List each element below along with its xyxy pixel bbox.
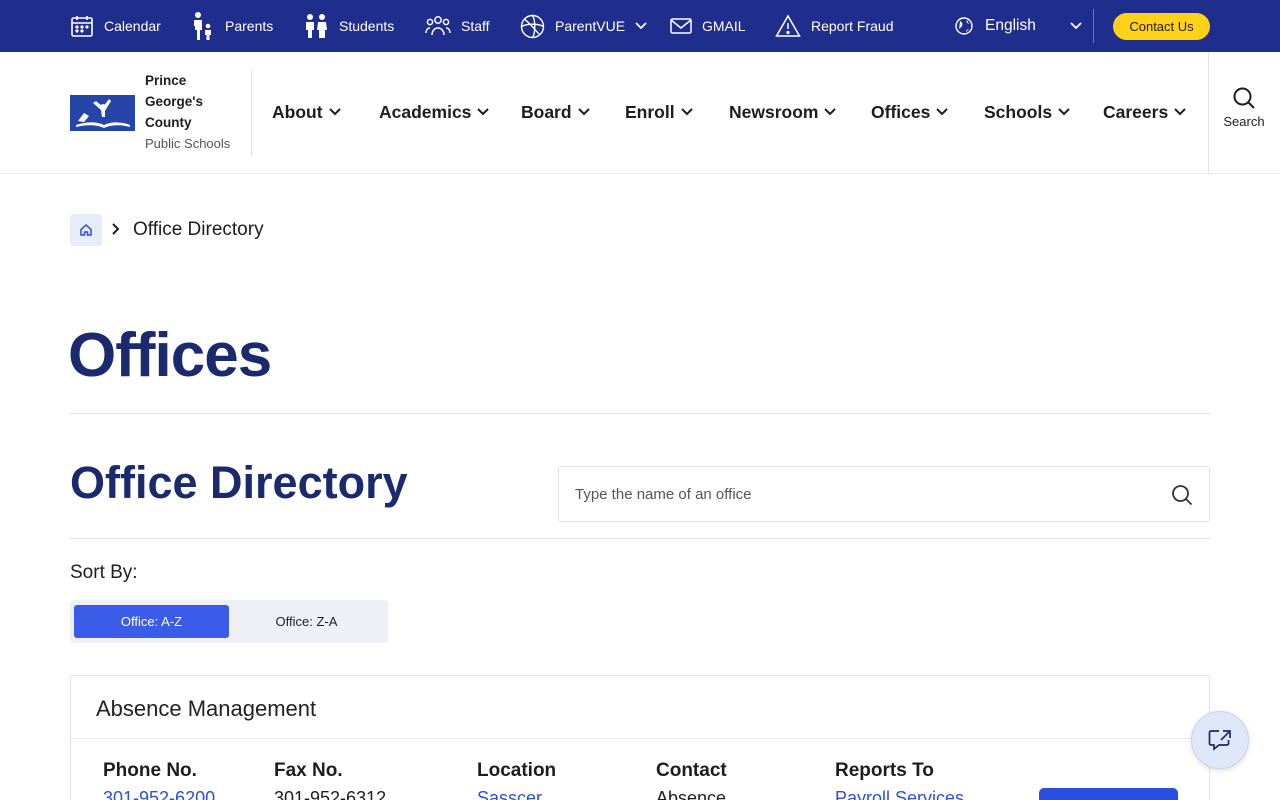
chevron-down-icon [680,108,693,116]
nav-item-enroll[interactable]: Enroll [625,96,693,128]
staff-group-icon [425,16,451,36]
logo-icon[interactable] [70,95,135,131]
sort-toggle-group: Office: A-Z Office: Z-A [70,600,388,643]
nav-item-newsroom[interactable]: Newsroom [729,96,837,128]
reports-to-header: Reports To [835,760,934,781]
page-title: Offices [68,321,272,390]
utility-link-parentvue[interactable]: ParentVUE [520,0,647,52]
nav-label: Academics [379,101,472,122]
divider [71,738,1209,739]
chevron-down-icon [328,108,341,116]
fax-value: 301-952-6312 [274,788,387,800]
search-icon[interactable] [1171,484,1193,506]
utility-link-students[interactable]: Students [303,0,394,52]
chevron-right-icon [112,223,120,235]
utility-link-staff[interactable]: Staff [425,0,490,52]
divider [70,538,1210,539]
logo-divider [251,70,252,156]
parentvue-icon [520,14,545,38]
sort-label: Sort By: [70,562,138,583]
sort-az-button[interactable]: Office: A-Z [74,605,229,638]
logo-line: County [145,115,192,130]
office-card: Absence Management Phone No. 301-952-620… [70,675,1210,800]
office-name: Absence Management [96,696,317,721]
contact-value: Absence [656,788,727,800]
nav-item-academics[interactable]: Academics [379,96,490,128]
utility-bar: Calendar Parents Students Staff ParentVU… [0,0,1280,52]
office-search-box [558,466,1210,522]
divider [70,413,1210,414]
logo-text[interactable]: Prince George's County Public Schools [145,70,245,154]
utility-label: Staff [461,18,490,34]
utility-link-gmail[interactable]: GMAIL [670,0,746,52]
logo-subtitle: Public Schools [145,136,231,151]
office-search-input[interactable] [559,467,1159,521]
sort-za-button[interactable]: Office: Z-A [229,605,384,638]
nav-label: Newsroom [729,101,819,122]
reports-to-link[interactable]: Payroll Services [835,788,964,800]
location-link[interactable]: Sasscer [477,788,542,800]
fax-header: Fax No. [274,760,343,781]
search-label: Search [1223,114,1265,129]
phone-header: Phone No. [103,760,197,781]
nav-item-offices[interactable]: Offices [871,96,949,128]
chevron-down-icon [824,108,837,116]
chat-external-icon [1208,730,1231,751]
chevron-down-icon [477,108,490,116]
utility-link-report-fraud[interactable]: Report Fraud [775,0,893,52]
globe-icon [955,17,973,35]
utility-divider [1093,9,1094,43]
logo-line: Prince [145,73,187,88]
breadcrumb-home[interactable] [70,214,102,246]
nav-label: Careers [1103,101,1169,122]
contact-header: Contact [656,760,727,781]
logo-line: George's [145,94,203,109]
header-search-button[interactable]: Search [1214,86,1274,142]
nav-item-schools[interactable]: Schools [984,96,1070,128]
chevron-down-icon [577,108,590,116]
calendar-icon [71,16,93,37]
utility-link-calendar[interactable]: Calendar [70,0,161,52]
warning-icon [775,14,801,37]
nav-label: Board [521,101,572,122]
utility-label: GMAIL [702,18,746,34]
home-icon [80,223,92,236]
search-icon [1233,87,1255,109]
directory-title: Office Directory [70,457,408,508]
chevron-down-icon [1058,108,1070,116]
utility-label: Students [339,18,395,34]
nav-label: About [272,101,323,122]
chevron-down-icon [1070,22,1082,30]
utility-label: Report Fraud [811,18,894,34]
utility-label: Calendar [104,18,161,34]
nav-label: Schools [984,101,1053,122]
breadcrumb-current: Office Directory [133,219,264,240]
location-header: Location [477,760,557,781]
utility-link-parents[interactable]: Parents [190,0,273,52]
phone-link[interactable]: 301-952-6200 [103,788,215,800]
language-label: English [985,17,1036,34]
nav-item-about[interactable]: About [272,96,341,128]
students-icon [306,14,327,38]
chevron-down-icon [1174,108,1186,116]
utility-label: ParentVUE [555,18,626,34]
site-header: Prince George's County Public Schools Ab… [0,52,1280,174]
office-details-button[interactable] [1039,788,1178,800]
search-divider [1208,52,1209,174]
contact-us-button[interactable]: Contact Us [1113,13,1210,40]
utility-label: Parents [225,18,274,34]
language-selector[interactable]: English [955,0,1082,52]
parent-child-icon [194,12,211,40]
nav-label: Offices [871,101,931,122]
nav-item-board[interactable]: Board [521,96,590,128]
mail-icon [670,18,692,34]
chevron-down-icon [936,108,949,116]
nav-label: Enroll [625,101,675,122]
chat-button[interactable] [1191,711,1249,769]
chevron-down-icon [635,22,647,30]
nav-item-careers[interactable]: Careers [1103,96,1186,128]
